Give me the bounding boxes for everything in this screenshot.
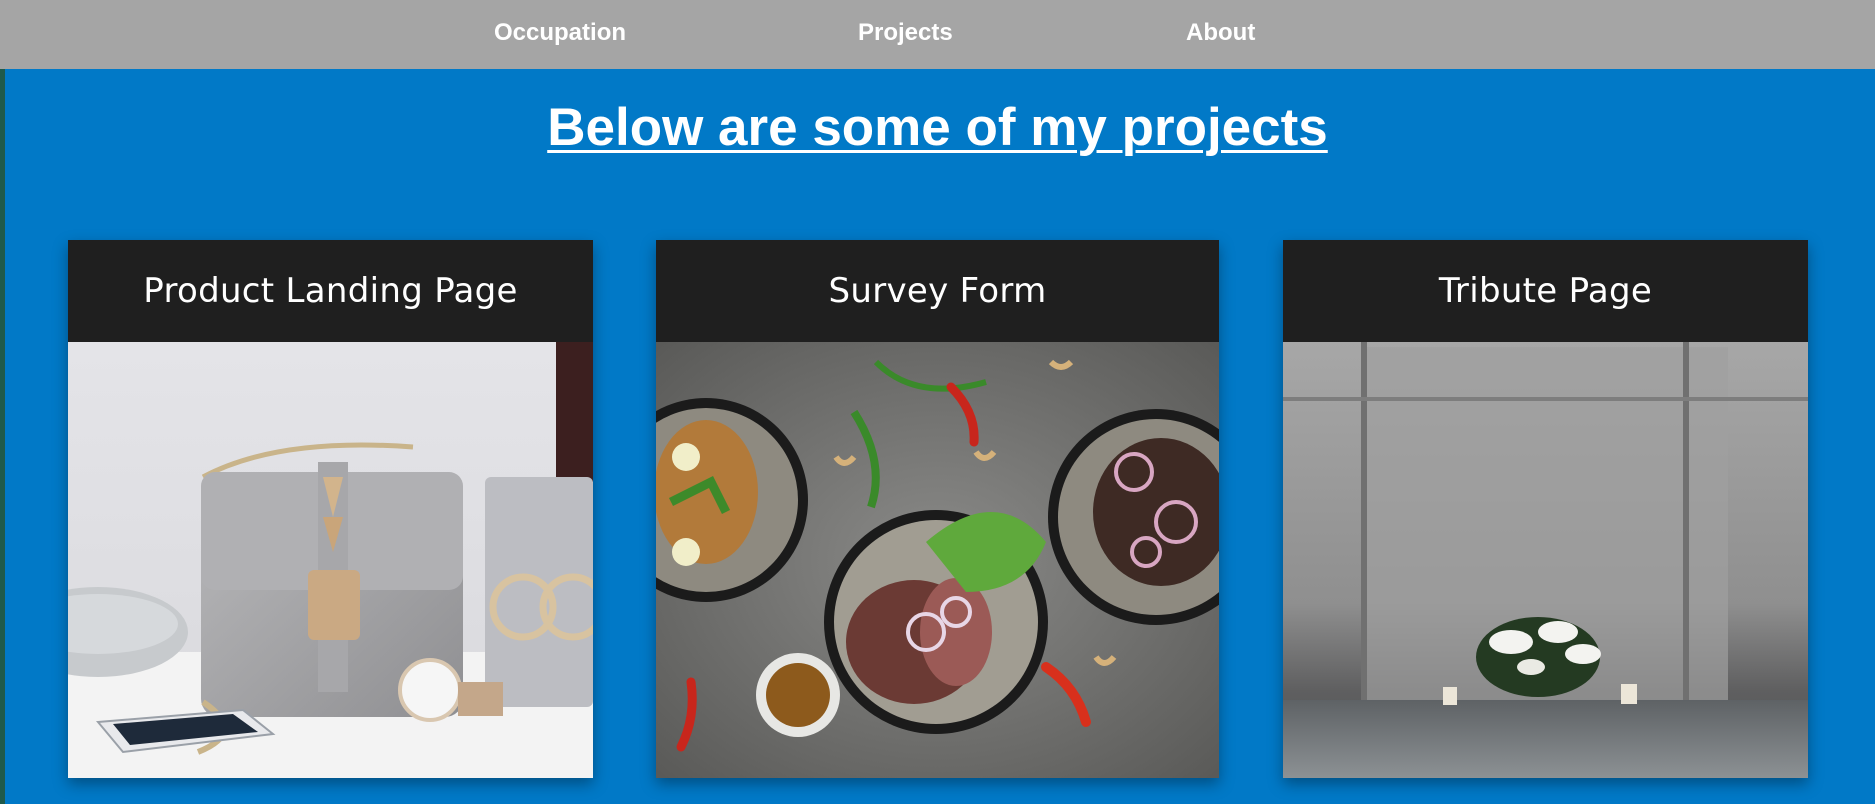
projects-heading: Below are some of my projects [547,98,1328,157]
top-navbar: Occupation Projects About [0,0,1875,69]
project-card-survey-form[interactable]: Survey Form [656,240,1219,778]
memorial-flowers-photo [1283,342,1808,778]
nav-link-projects[interactable]: Projects [858,17,953,49]
project-card-tribute-page[interactable]: Tribute Page [1283,240,1808,778]
project-card-product-landing-page[interactable]: Product Landing Page [68,240,593,778]
handbag-watch-photo [68,342,593,778]
food-bowls-photo [656,342,1219,778]
project-card-title: Product Landing Page [143,271,518,311]
project-card-title: Tribute Page [1438,271,1653,311]
project-card-title: Survey Form [828,271,1047,311]
nav-link-occupation[interactable]: Occupation [494,17,626,49]
nav-link-about[interactable]: About [1186,17,1255,49]
